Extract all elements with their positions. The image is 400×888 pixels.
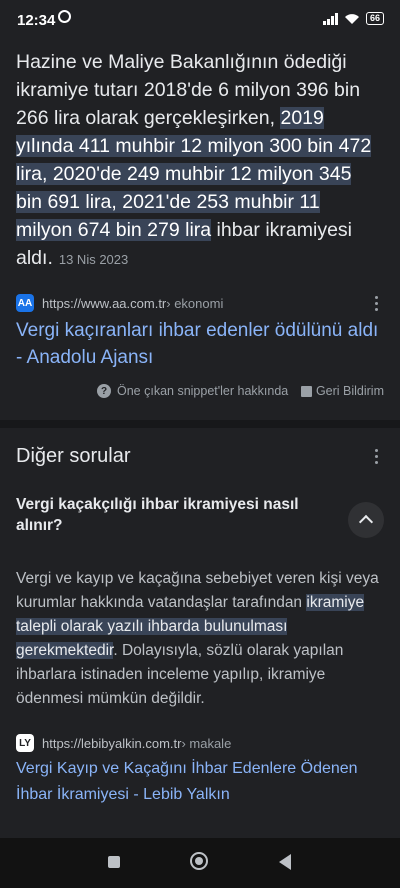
feedback-label: Geri Bildirim xyxy=(315,384,384,398)
about-snippets-link[interactable]: ? Öne çıkan snippet'ler hakkında xyxy=(97,384,288,398)
source-row-aa[interactable]: AA https://www.aa.com.tr › ekonomi xyxy=(16,293,384,313)
system-nav-bar xyxy=(0,838,400,888)
status-bar: 12:34 66 xyxy=(0,0,400,40)
other-questions-more-icon[interactable] xyxy=(368,446,384,466)
chevron-up-icon xyxy=(358,514,374,530)
wifi-icon xyxy=(344,13,359,24)
question-text[interactable]: Vergi kaçakçılığı ihbar ikramiyesi nasıl… xyxy=(16,494,316,536)
alarm-icon xyxy=(58,10,71,23)
other-questions-title: Diğer sorular xyxy=(16,445,131,467)
anadolu-favicon-icon: AA xyxy=(16,294,34,312)
home-icon[interactable] xyxy=(190,852,208,870)
collapse-question-button[interactable] xyxy=(348,502,384,538)
result-link-aa[interactable]: Vergi kaçıranları ihbar edenler ödülünü … xyxy=(16,317,384,371)
feedback-button[interactable]: Geri Bildirim xyxy=(300,384,384,398)
source-row-lebib[interactable]: LY https://lebibyalkin.com.tr › makale xyxy=(16,733,384,753)
source-url: https://lebibyalkin.com.tr xyxy=(42,735,182,751)
section-divider xyxy=(0,420,400,428)
question-answer: Vergi ve kayıp ve kaçağına sebebiyet ver… xyxy=(16,567,386,711)
battery-icon: 66 xyxy=(365,12,384,25)
back-icon[interactable] xyxy=(279,854,291,870)
lebib-favicon-icon: LY xyxy=(16,734,34,752)
about-snippets-label: Öne çıkan snippet'ler hakkında xyxy=(117,384,289,398)
result-link-lebib[interactable]: Vergi Kayıp ve Kaçağını İhbar Edenlere Ö… xyxy=(16,756,384,808)
source-url: https://www.aa.com.tr xyxy=(42,295,167,311)
more-options-icon[interactable] xyxy=(368,293,384,313)
snippet-date: 13 Nis 2023 xyxy=(58,252,129,267)
source-path: › makale xyxy=(181,735,232,751)
recent-apps-icon[interactable] xyxy=(108,856,120,868)
featured-snippet-text: Hazine ve Maliye Bakanlığının ödediği ik… xyxy=(16,48,381,274)
snippet-feedback-row: ? Öne çıkan snippet'ler hakkında Geri Bi… xyxy=(0,384,400,404)
signal-icon xyxy=(322,12,338,25)
source-path: › ekonomi xyxy=(166,295,224,311)
help-icon: ? xyxy=(97,384,111,398)
status-time: 12:34 xyxy=(17,12,56,29)
feedback-icon xyxy=(300,385,312,397)
